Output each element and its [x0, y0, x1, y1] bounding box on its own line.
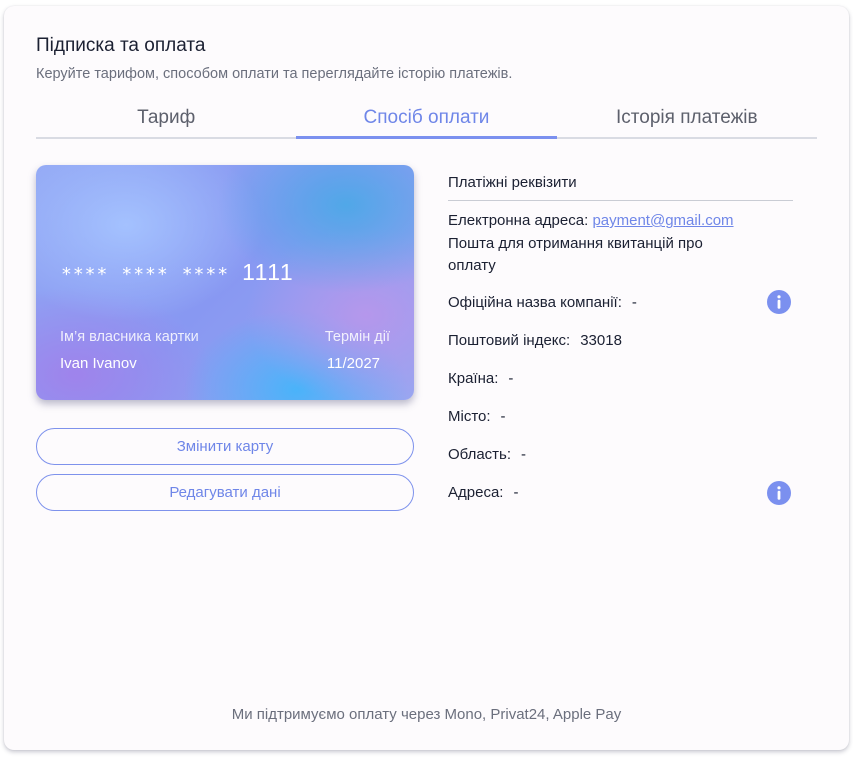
city-label: Місто:: [448, 408, 491, 425]
card-expiry-label: Термін дії: [324, 329, 390, 345]
country-value: -: [508, 370, 514, 387]
region-row: Область: -: [448, 446, 526, 463]
card-expiry-value: 11/2027: [326, 355, 380, 372]
country-label: Країна:: [448, 370, 499, 387]
card-last-digits: 1111: [242, 259, 295, 285]
change-card-button[interactable]: Змінити карту: [36, 428, 414, 465]
subscription-panel: Підписка та оплата Керуйте тарифом, спос…: [4, 6, 849, 750]
card-holder-label: Ім’я власника картки: [60, 329, 199, 345]
postal-label: Поштовий індекс:: [448, 332, 571, 349]
postal-row: Поштовий індекс: 33018: [448, 332, 622, 349]
email-row: Електронна адреса: payment@gmail.com: [448, 212, 734, 229]
card-holder-name: Ivan Ivanov: [60, 355, 137, 372]
city-row: Місто: -: [448, 408, 506, 425]
postal-value: 33018: [580, 332, 622, 349]
card-mask-group: ****: [121, 264, 169, 285]
company-row: Офіційна назва компанії: -: [448, 294, 637, 311]
company-info-icon[interactable]: [767, 290, 791, 314]
edit-data-button[interactable]: Редагувати дані: [36, 474, 414, 511]
card-mask-group: ****: [61, 264, 109, 285]
supported-payments-note: Ми підтримуємо оплату через Mono, Privat…: [231, 706, 622, 723]
payment-card: **** **** **** 1111 Ім’я власника картки…: [36, 165, 414, 400]
email-label: Електронна адреса:: [448, 212, 589, 229]
details-divider: [448, 200, 793, 201]
address-label: Адреса:: [448, 484, 504, 501]
tab-plan[interactable]: Тариф: [36, 103, 296, 137]
region-value: -: [521, 446, 527, 463]
company-label: Офіційна назва компанії:: [448, 294, 622, 311]
email-link[interactable]: payment@gmail.com: [592, 212, 733, 229]
card-number: **** **** **** 1111: [61, 259, 294, 286]
company-value: -: [631, 294, 637, 311]
details-heading: Платіжні реквізити: [448, 174, 577, 191]
address-value: -: [513, 484, 519, 501]
card-mask-group: ****: [181, 264, 230, 285]
country-row: Країна: -: [448, 370, 513, 387]
region-label: Область:: [448, 446, 512, 463]
tab-payment-method[interactable]: Спосіб оплати: [296, 103, 557, 139]
page-title: Підписка та оплата: [36, 35, 206, 56]
tab-bar: Тариф Спосіб оплати Історія платежів: [36, 103, 817, 139]
page-subtitle: Керуйте тарифом, способом оплати та пере…: [36, 66, 513, 82]
address-info-icon[interactable]: [767, 481, 791, 505]
city-value: -: [500, 408, 506, 425]
info-icon: [777, 486, 781, 500]
address-row: Адреса: -: [448, 484, 518, 501]
info-icon: [777, 295, 781, 309]
email-note: Пошта для отримання квитанцій про оплату: [448, 235, 703, 274]
tab-payment-history[interactable]: Історія платежів: [557, 103, 817, 137]
